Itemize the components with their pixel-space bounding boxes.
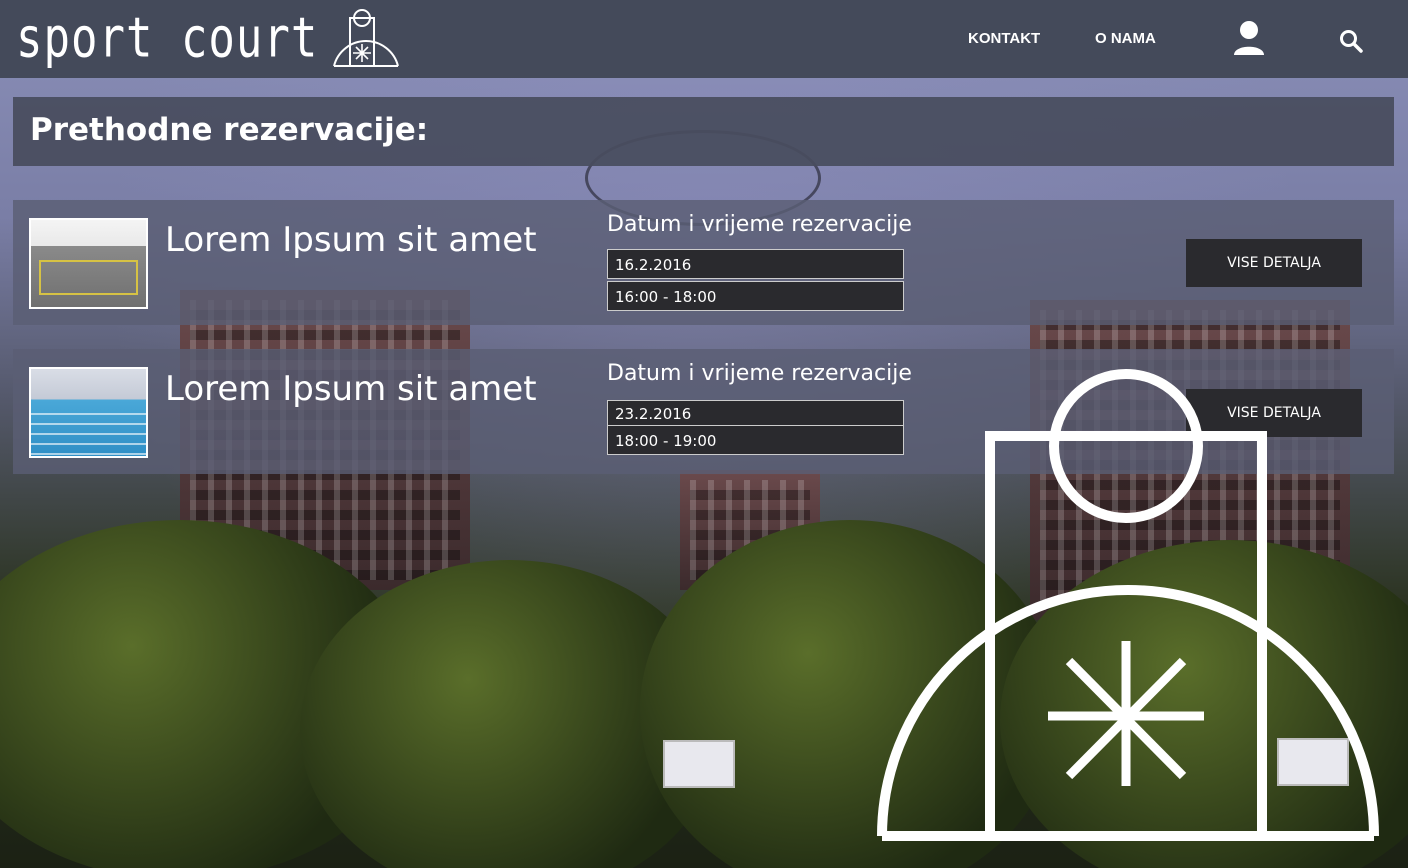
- page-title: Prethodne rezervacije:: [30, 112, 429, 148]
- venue-thumbnail: [29, 218, 148, 309]
- nav-link-kontakt[interactable]: KONTAKT: [968, 30, 1040, 47]
- nav-link-o-nama[interactable]: O NAMA: [1095, 30, 1156, 47]
- site-logo[interactable]: sport court: [16, 6, 402, 70]
- reservation-time: 18:00 - 19:00: [607, 425, 904, 455]
- reservation-card: Lorem Ipsum sit amet Datum i vrijeme rez…: [13, 200, 1394, 325]
- details-button[interactable]: VISE DETALJA: [1186, 239, 1362, 287]
- logo-text: sport court: [16, 6, 319, 70]
- page-title-bar: Prethodne rezervacije:: [13, 97, 1394, 166]
- venue-name: Lorem Ipsum sit amet: [165, 220, 537, 260]
- user-icon[interactable]: [1232, 20, 1266, 56]
- venue-thumbnail: [29, 367, 148, 458]
- court-logo-icon: [333, 9, 400, 67]
- venue-name: Lorem Ipsum sit amet: [165, 369, 537, 409]
- reservation-date: 23.2.2016: [607, 400, 904, 426]
- datetime-label: Datum i vrijeme rezervacije: [607, 361, 912, 386]
- search-icon[interactable]: [1339, 29, 1363, 53]
- court-watermark-icon: [877, 369, 1379, 841]
- top-navigation-bar: sport court KONTAKT O NAMA: [0, 0, 1408, 78]
- backboard: [663, 740, 735, 788]
- reservation-time: 16:00 - 18:00: [607, 281, 904, 311]
- datetime-label: Datum i vrijeme rezervacije: [607, 212, 912, 237]
- reservation-date: 16.2.2016: [607, 249, 904, 279]
